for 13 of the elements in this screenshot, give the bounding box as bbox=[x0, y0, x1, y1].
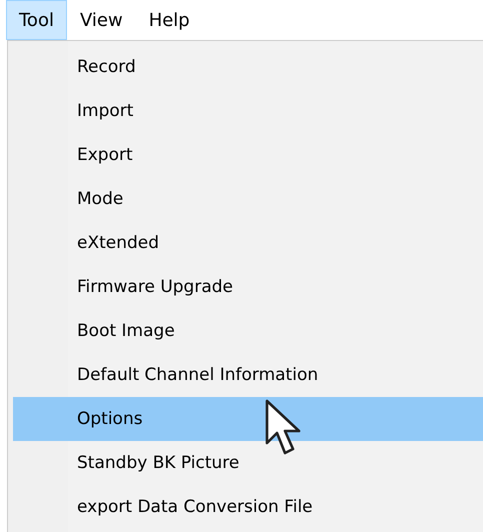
menu-item[interactable]: Export bbox=[13, 133, 483, 177]
menu-bar-item[interactable]: Help bbox=[136, 0, 203, 40]
menu-bar-item[interactable]: View bbox=[66, 0, 136, 40]
menu-item[interactable]: Standby BK Picture bbox=[13, 441, 483, 485]
menu-item[interactable]: export Data Conversion File bbox=[13, 485, 483, 529]
menu-item[interactable]: eXtended bbox=[13, 221, 483, 265]
menu-item[interactable]: Default Channel Information bbox=[13, 353, 483, 397]
menu-item[interactable]: Import bbox=[13, 89, 483, 133]
menu-item[interactable]: Firmware Upgrade bbox=[13, 265, 483, 309]
menu-item[interactable]: Boot Image bbox=[13, 309, 483, 353]
menu-item[interactable]: Record bbox=[13, 45, 483, 89]
menu-item[interactable]: Mode bbox=[13, 177, 483, 221]
menu-bar-item[interactable]: Tool bbox=[6, 0, 67, 40]
